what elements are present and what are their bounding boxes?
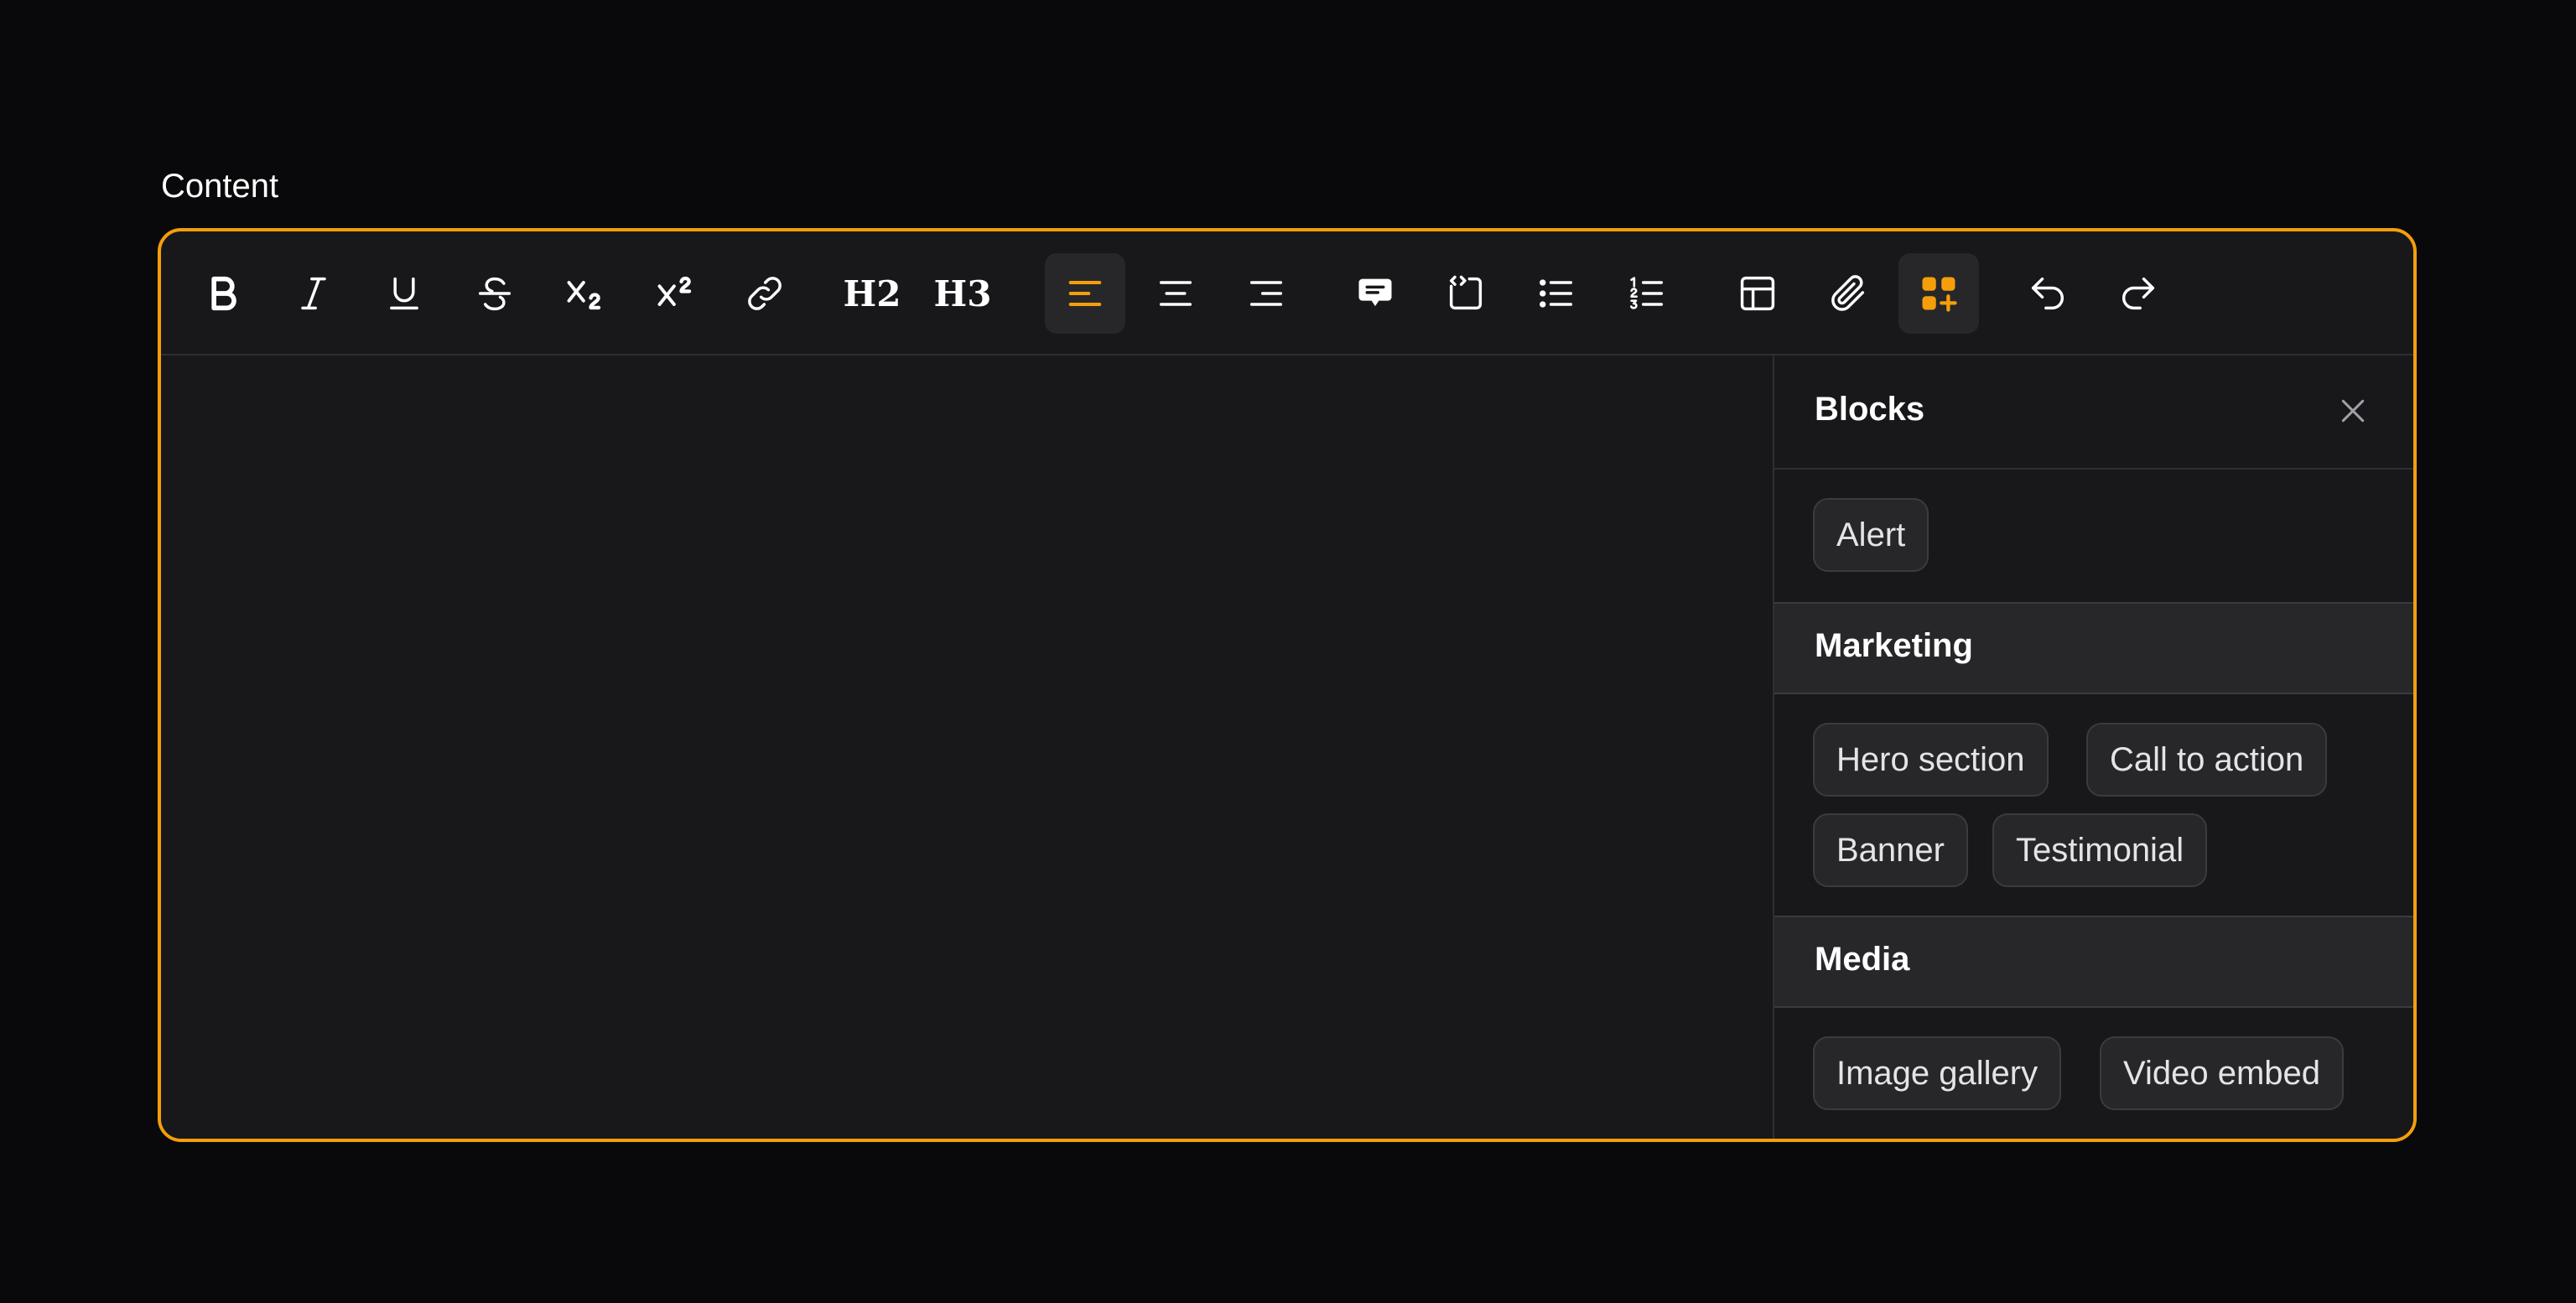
close-icon (2341, 399, 2365, 423)
bold-button[interactable] (183, 253, 263, 334)
block-chip-alert[interactable]: Alert (1813, 498, 1929, 572)
bullet-list-button[interactable] (1516, 253, 1597, 334)
ungrouped-blocks: Alert (1774, 470, 2413, 602)
underline-button[interactable] (364, 253, 444, 334)
blocks-panel-title: Blocks (1815, 391, 1925, 428)
block-chip-call-to-action[interactable]: Call to action (2086, 723, 2328, 797)
marketing-blocks: Hero section Call to action Banner Testi… (1774, 694, 2413, 916)
heading-2-button[interactable]: H2 (832, 253, 912, 334)
block-chip-hero-section[interactable]: Hero section (1813, 723, 2049, 797)
bullet-list-icon (1540, 279, 1573, 308)
blocks-button[interactable] (1898, 253, 1979, 334)
media-blocks: Image gallery Video embed (1774, 1008, 2413, 1139)
field-label: Content (161, 168, 279, 205)
heading-3-button[interactable]: H3 (922, 253, 1003, 334)
subscript-icon (567, 281, 601, 310)
code-block-button[interactable] (1426, 253, 1506, 334)
undo-icon (2031, 277, 2064, 310)
blocks-panel-header: Blocks (1774, 356, 2413, 470)
superscript-button[interactable] (636, 253, 716, 334)
align-left-icon (1068, 281, 1102, 306)
blockquote-button[interactable] (1335, 253, 1415, 334)
strikethrough-button[interactable] (454, 253, 535, 334)
group-header-marketing: Marketing (1774, 602, 2413, 694)
blocks-add-icon (1922, 277, 1957, 312)
align-right-button[interactable] (1226, 253, 1306, 334)
attach-files-button[interactable] (1808, 253, 1888, 334)
rich-editor: H2 H3 Blocks Alert Marketing Hero sectio… (158, 228, 2417, 1142)
align-right-icon (1249, 281, 1283, 306)
editor-content-area[interactable] (161, 356, 1773, 1139)
group-header-media: Media (1774, 916, 2413, 1008)
redo-icon (2122, 277, 2155, 310)
table-icon (1740, 276, 1775, 311)
paperclip-icon (1831, 275, 1865, 311)
block-chip-banner[interactable]: Banner (1813, 813, 1968, 887)
heading-2-icon: H2 (843, 273, 901, 314)
link-button[interactable] (724, 253, 805, 334)
block-chip-image-gallery[interactable]: Image gallery (1813, 1036, 2062, 1110)
heading-3-icon: H3 (933, 273, 992, 314)
block-chip-testimonial[interactable]: Testimonial (1992, 813, 2208, 887)
italic-icon (301, 277, 326, 310)
editor-toolbar: H2 H3 (161, 231, 2413, 356)
group-title-media: Media (1815, 941, 1910, 978)
align-center-icon (1159, 281, 1192, 306)
code-block-icon (1449, 275, 1483, 310)
blocks-panel: Blocks Alert Marketing Hero section Call… (1773, 356, 2413, 1139)
group-title-marketing: Marketing (1815, 627, 1973, 664)
align-left-button[interactable] (1045, 253, 1125, 334)
align-center-button[interactable] (1135, 253, 1216, 334)
bold-icon (211, 276, 236, 311)
redo-button[interactable] (2098, 253, 2179, 334)
italic-button[interactable] (273, 253, 354, 334)
undo-button[interactable] (2007, 253, 2088, 334)
superscript-icon (657, 276, 692, 306)
strikethrough-icon (478, 277, 512, 311)
block-chip-video-embed[interactable]: Video embed (2100, 1036, 2344, 1110)
link-icon (748, 277, 782, 310)
ordered-list-button[interactable] (1607, 253, 1687, 334)
quote-bubble-icon (1358, 278, 1392, 307)
table-button[interactable] (1717, 253, 1798, 334)
ordered-list-icon (1630, 277, 1664, 309)
close-panel-button[interactable] (2333, 391, 2373, 431)
page: Content H2 H3 Blocks Alert Marketing Her… (0, 0, 2576, 1303)
underline-icon (390, 277, 418, 310)
subscript-button[interactable] (545, 253, 626, 334)
